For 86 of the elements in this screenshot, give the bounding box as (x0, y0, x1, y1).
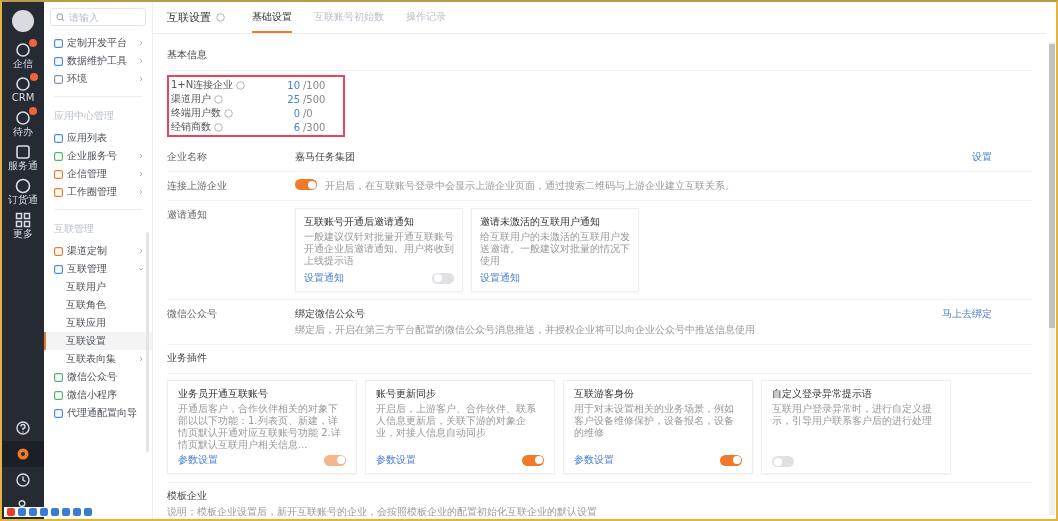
count-value: 6 (293, 121, 300, 133)
sidebar-subitem[interactable]: 互联用户 (44, 278, 152, 296)
rail-button[interactable] (2, 441, 44, 467)
field-label: 终端用户数 (171, 106, 221, 120)
count-value: 10 (287, 79, 300, 91)
company-name: 嘉马任务集团 (295, 150, 355, 164)
toggle-switch[interactable] (432, 272, 454, 284)
sidebar-item[interactable]: 环境 (44, 70, 152, 88)
card-title: 邀请未激活的互联用户通知 (480, 215, 601, 229)
avatar[interactable] (12, 10, 34, 32)
toggle-switch[interactable] (772, 456, 794, 467)
section-title: 互联管理 (53, 222, 95, 236)
rail-item[interactable]: CRM (11, 76, 35, 104)
rail-item[interactable]: 更多 (13, 212, 33, 240)
binding-description: 绑定后，开启在第三方平台配置的微信公众号消息推送，并授权企业将可以向企业公众号中推送信息使用 (295, 323, 755, 337)
search-icon (56, 12, 65, 22)
field-label: 邀请通知 (167, 208, 208, 222)
card-description: 开通后客户，合作伙伴相关的对象下部以以下功能：1.列表页、新建，详情页默认开通对应互联账号功能 2.详情页默认互联用户相关信息... (178, 403, 342, 451)
settings-icon (16, 447, 30, 461)
field-label: 连接上游企业 (167, 179, 228, 193)
sidebar-item[interactable]: 代理通配置向导 (44, 404, 152, 422)
section-title: 应用中心管理 (53, 109, 115, 123)
sidebar-item[interactable]: 渠道定制 (44, 242, 152, 260)
app-icon (15, 178, 31, 194)
sidebar-item[interactable]: 工作圈管理 (44, 183, 152, 201)
field-label: 经销商数 (171, 120, 211, 134)
search-field[interactable]: 请输入 (50, 8, 146, 26)
settings-link[interactable]: 设置 (972, 150, 992, 164)
settings-link[interactable]: 设置通知 (480, 271, 520, 285)
field-label: 1+N连接企业 (171, 78, 234, 92)
sidebar-subitem[interactable]: 互联应用 (44, 314, 152, 332)
card-title: 自定义登录异常提示语 (772, 387, 873, 401)
section-title: 业务插件 (167, 345, 1032, 374)
rail-item[interactable]: 订货通 (8, 178, 38, 206)
toggle-switch[interactable] (295, 179, 317, 190)
card-description: 互联用户登录异常时，进行自定义提示，引导用户联系客户后的进行处理 (772, 403, 933, 427)
count-limit: /500 (303, 93, 327, 105)
section-title: 基本信息 (167, 42, 1032, 71)
toggle-description: 开启后，在互联账号登录中会显示上游企业页面，通过搜索二维码与上游企业建立互联关系。 (325, 179, 735, 193)
section-description: 说明：模板企业设置后，新开互联账号的企业，会按照模板企业的配置初始化互联企业的默认设置 (167, 505, 598, 519)
sidebar-item[interactable]: 微信小程序 (44, 386, 152, 404)
toggle-switch[interactable] (522, 454, 544, 466)
scrollbar[interactable] (1049, 42, 1055, 515)
sidebar-item[interactable]: 企信管理 (44, 165, 152, 183)
binding-title: 绑定微信公众号 (295, 307, 366, 321)
card-title: 互联游客身份 (574, 387, 635, 401)
app-icon (15, 212, 31, 228)
app-icon (15, 42, 31, 58)
toggle-switch[interactable] (720, 454, 742, 466)
chevron-icon (138, 356, 144, 362)
settings-link[interactable]: 参数设置 (376, 453, 416, 467)
field-label: 企业名称 (167, 150, 208, 164)
sidebar-item[interactable]: 企业服务号 (44, 147, 152, 165)
sidebar-subitem[interactable]: 互联表向集 (44, 350, 152, 368)
sidebar-subitem[interactable]: 互联设置 (44, 332, 152, 350)
count-value: 0 (293, 107, 300, 119)
card-description: 用于对未设置相关的业务场景，例如客户设备维修保护，设备报名，设备的维修 (574, 403, 735, 439)
count-limit: /0 (303, 107, 314, 119)
card-title: 账号更新同步 (376, 387, 437, 401)
sidebar-subitem[interactable]: 互联角色 (44, 296, 152, 314)
sidebar-item[interactable]: 数据维护工具 (44, 52, 152, 70)
clock-icon (16, 473, 30, 487)
app-icon (15, 144, 31, 160)
page-title: 互联设置 (167, 10, 211, 25)
sidebar-item[interactable]: 应用列表 (44, 129, 152, 147)
sidebar-item[interactable]: 微信公众号 (44, 368, 152, 386)
rail-item[interactable]: 服务通 (8, 144, 38, 172)
settings-link[interactable]: 设置通知 (304, 271, 344, 285)
field-label: 渠道用户 (171, 92, 211, 106)
count-value: 25 (287, 93, 300, 105)
rail-item[interactable]: 企信 (13, 42, 33, 70)
card-title: 业务员开通互联账号 (178, 387, 269, 401)
count-limit: /100 (303, 79, 327, 91)
settings-link[interactable]: 参数设置 (574, 453, 614, 467)
rail-item[interactable]: 待办 (13, 110, 33, 138)
card-title: 互联账号开通后邀请通知 (304, 215, 415, 229)
count-limit: /300 (303, 121, 327, 133)
section-title: 模板企业 (167, 489, 208, 503)
sidebar-item[interactable]: 定制开发平台 (44, 34, 152, 52)
tab[interactable]: 基础设置 (252, 2, 292, 33)
card-description: 开启后，上游客户、合作伙伴、联系人信息更新后，关联下游的对象企业，对接人信息自动同步 (376, 403, 537, 439)
field-label: 微信公众号 (167, 307, 218, 321)
bind-link[interactable]: 马上去绑定 (942, 307, 992, 321)
app-icon (15, 76, 31, 92)
sidebar-item[interactable]: 互联管理 (44, 260, 152, 278)
app-icon (15, 110, 31, 126)
